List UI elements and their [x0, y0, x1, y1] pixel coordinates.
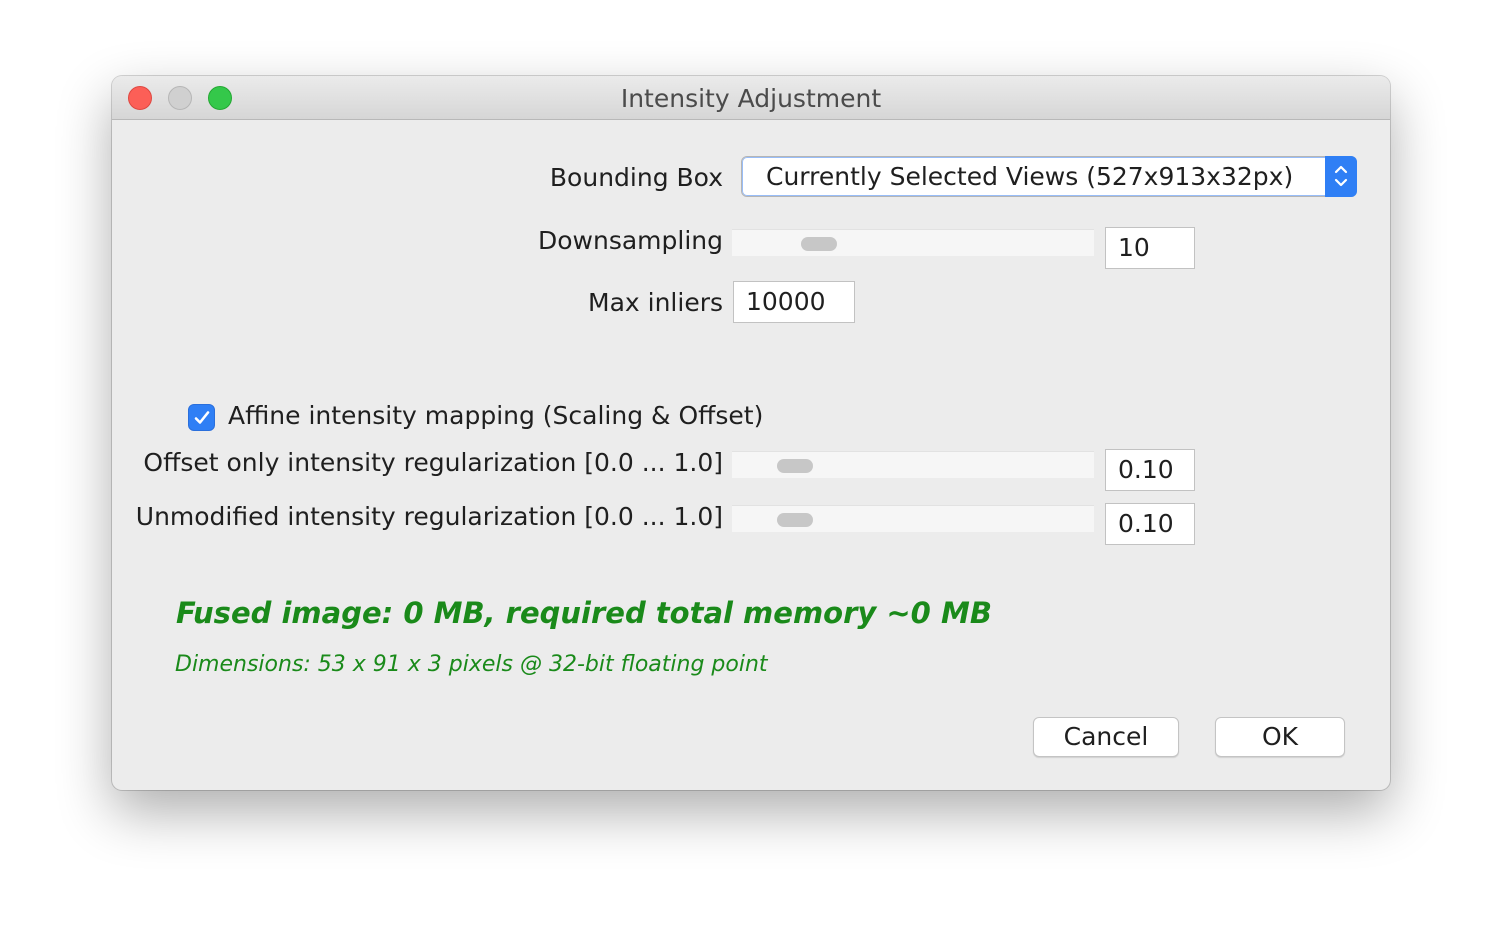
title-bar: Intensity Adjustment — [112, 76, 1390, 120]
ok-button[interactable]: OK — [1215, 717, 1345, 757]
dimensions-status-text: Dimensions: 53 x 91 x 3 pixels @ 32-bit … — [175, 652, 768, 677]
unmodified-regularization-slider-knob[interactable] — [777, 513, 814, 527]
downsampling-slider[interactable] — [732, 229, 1094, 256]
downsampling-input[interactable]: 10 — [1105, 227, 1195, 269]
memory-status-text: Fused image: 0 MB, required total memory… — [176, 596, 992, 630]
affine-mapping-label: Affine intensity mapping (Scaling & Offs… — [228, 401, 764, 430]
bounding-box-label: Bounding Box — [549, 163, 723, 192]
offset-regularization-slider[interactable] — [732, 451, 1094, 478]
bounding-box-selected-value: Currently Selected Views (527x913x32px) — [766, 162, 1294, 191]
window-title: Intensity Adjustment — [620, 84, 882, 113]
dropdown-arrows-icon — [1325, 156, 1357, 197]
cancel-button[interactable]: Cancel — [1033, 717, 1179, 757]
offset-regularization-label: Offset only intensity regularization [0.… — [143, 448, 723, 477]
downsampling-label: Downsampling — [537, 226, 723, 255]
max-inliers-label: Max inliers — [588, 288, 723, 317]
affine-mapping-checkbox[interactable] — [188, 404, 215, 431]
unmodified-regularization-label: Unmodified intensity regularization [0.0… — [135, 502, 723, 531]
max-inliers-input[interactable]: 10000 — [733, 281, 855, 323]
downsampling-slider-knob[interactable] — [800, 237, 837, 251]
offset-regularization-input[interactable]: 0.10 — [1105, 449, 1195, 491]
checkmark-icon — [194, 411, 210, 424]
intensity-adjustment-dialog: Intensity Adjustment Bounding Box Curren… — [112, 76, 1390, 790]
bounding-box-dropdown[interactable]: Currently Selected Views (527x913x32px) — [741, 156, 1357, 197]
unmodified-regularization-slider[interactable] — [732, 505, 1094, 532]
unmodified-regularization-input[interactable]: 0.10 — [1105, 503, 1195, 545]
offset-regularization-slider-knob[interactable] — [777, 459, 814, 473]
